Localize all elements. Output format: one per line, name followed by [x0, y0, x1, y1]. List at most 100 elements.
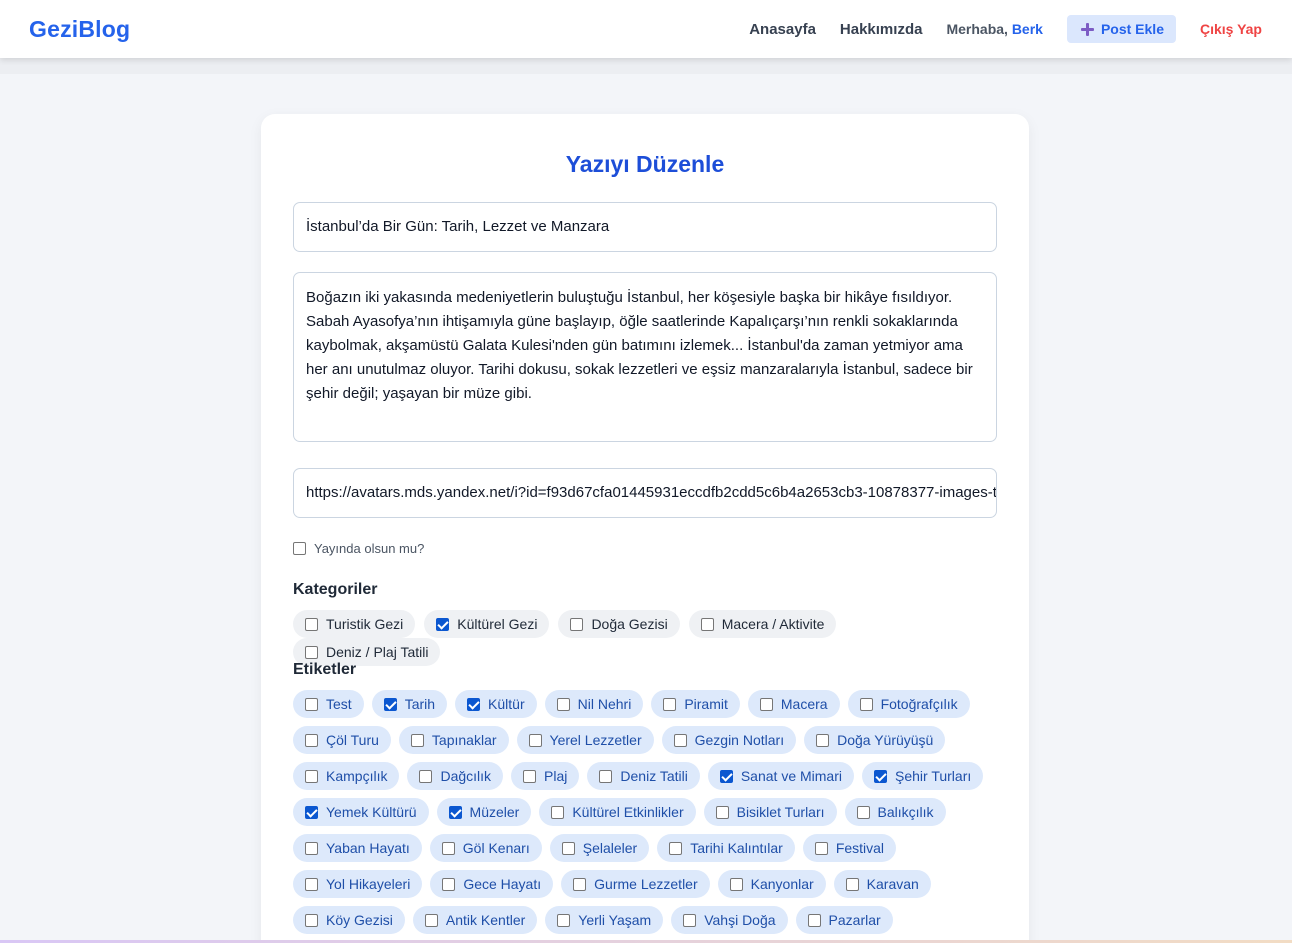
tag-checkbox[interactable]: [448, 805, 462, 819]
tag-checkbox[interactable]: [561, 841, 575, 855]
tag-chip[interactable]: Müzeler: [436, 798, 532, 826]
logout-link[interactable]: Çıkış Yap: [1200, 21, 1262, 37]
add-post-label: Post Ekle: [1100, 21, 1164, 37]
tag-chip[interactable]: Kampçılık: [293, 762, 400, 790]
tag-chip[interactable]: Kanyonlar: [717, 870, 826, 898]
tag-checkbox[interactable]: [807, 913, 821, 927]
tag-checkbox[interactable]: [410, 733, 424, 747]
category-checkbox[interactable]: [570, 617, 584, 631]
tag-chip[interactable]: Festival: [802, 834, 897, 862]
tag-checkbox[interactable]: [419, 769, 433, 783]
tag-label: Göl Kenarı: [462, 840, 530, 856]
tag-chip[interactable]: Tarih: [371, 690, 448, 718]
tag-chip[interactable]: Dağcılık: [407, 762, 504, 790]
tag-checkbox[interactable]: [715, 805, 729, 819]
category-chip[interactable]: Kültürel Gezi: [424, 610, 550, 638]
tag-checkbox[interactable]: [528, 733, 542, 747]
content-textarea[interactable]: Boğazın iki yakasında medeniyetlerin bul…: [293, 272, 997, 442]
tag-chip[interactable]: Kültür: [455, 690, 537, 718]
category-chip[interactable]: Doğa Gezisi: [558, 610, 680, 638]
tag-checkbox[interactable]: [441, 841, 455, 855]
category-chip[interactable]: Macera / Aktivite: [688, 610, 837, 638]
tag-chip[interactable]: Çöl Turu: [293, 726, 391, 754]
tag-chip[interactable]: Köy Gezisi: [293, 906, 405, 934]
add-post-button[interactable]: Post Ekle: [1066, 15, 1176, 43]
tag-chip[interactable]: Gece Hayatı: [430, 870, 554, 898]
tag-checkbox[interactable]: [467, 697, 481, 711]
publish-toggle[interactable]: Yayında olsun mu?: [293, 540, 424, 556]
tag-checkbox[interactable]: [557, 913, 571, 927]
tag-chip[interactable]: Macera: [747, 690, 840, 718]
tag-checkbox[interactable]: [856, 805, 870, 819]
tag-chip[interactable]: Antik Kentler: [412, 906, 538, 934]
tag-chip[interactable]: Gurme Lezzetler: [561, 870, 710, 898]
tag-checkbox[interactable]: [874, 769, 887, 783]
title-input[interactable]: İstanbul’da Bir Gün: Tarih, Lezzet ve Ma…: [293, 202, 997, 252]
tag-checkbox[interactable]: [305, 805, 318, 819]
category-checkbox[interactable]: [436, 617, 450, 631]
tag-chip[interactable]: Kültürel Etkinlikler: [539, 798, 696, 826]
tag-checkbox[interactable]: [305, 841, 318, 855]
nav-link-about[interactable]: Hakkımızda: [840, 21, 923, 38]
tag-checkbox[interactable]: [729, 877, 743, 891]
tag-chip[interactable]: Yaban Hayatı: [293, 834, 422, 862]
tag-chip[interactable]: Deniz Tatili: [587, 762, 700, 790]
tag-chip[interactable]: Karavan: [833, 870, 931, 898]
tag-chip[interactable]: Balıkçılık: [844, 798, 946, 826]
tag-checkbox[interactable]: [424, 913, 438, 927]
tag-checkbox[interactable]: [816, 733, 830, 747]
tag-checkbox[interactable]: [759, 697, 773, 711]
tag-checkbox[interactable]: [305, 733, 318, 747]
tag-checkbox[interactable]: [556, 697, 570, 711]
tag-chip[interactable]: Şelaleler: [549, 834, 650, 862]
tag-chip[interactable]: Nil Nehri: [544, 690, 644, 718]
category-checkbox[interactable]: [305, 617, 318, 631]
tag-checkbox[interactable]: [859, 697, 873, 711]
tag-chip[interactable]: Yerli Yaşam: [545, 906, 664, 934]
tag-chip[interactable]: Pazarlar: [795, 906, 893, 934]
tag-checkbox[interactable]: [814, 841, 828, 855]
nav-link-home[interactable]: Anasayfa: [749, 21, 816, 38]
brand-logo[interactable]: GeziBlog: [29, 16, 130, 43]
tag-label: Sanat ve Mimari: [740, 768, 842, 784]
tag-checkbox[interactable]: [683, 913, 697, 927]
category-checkbox[interactable]: [700, 617, 714, 631]
tag-checkbox[interactable]: [673, 733, 687, 747]
tag-checkbox[interactable]: [383, 697, 397, 711]
tag-chip[interactable]: Piramit: [651, 690, 740, 718]
tag-checkbox[interactable]: [523, 769, 537, 783]
category-checkbox[interactable]: [305, 645, 318, 659]
tag-chip[interactable]: Tapınaklar: [398, 726, 509, 754]
tag-chip[interactable]: Plaj: [511, 762, 580, 790]
tag-checkbox[interactable]: [599, 769, 613, 783]
publish-checkbox[interactable]: [293, 541, 306, 555]
tag-checkbox[interactable]: [663, 697, 677, 711]
tag-checkbox[interactable]: [669, 841, 683, 855]
edit-post-card: Yazıyı Düzenle İstanbul’da Bir Gün: Tari…: [261, 114, 1029, 943]
tag-checkbox[interactable]: [305, 697, 318, 711]
tag-checkbox[interactable]: [305, 877, 318, 891]
tag-checkbox[interactable]: [719, 769, 733, 783]
category-chip[interactable]: Turistik Gezi: [293, 610, 416, 638]
tag-chip[interactable]: Doğa Yürüyüşü: [804, 726, 946, 754]
tag-chip[interactable]: Göl Kenarı: [429, 834, 542, 862]
tag-checkbox[interactable]: [442, 877, 456, 891]
tag-checkbox[interactable]: [551, 805, 565, 819]
tag-chip[interactable]: Yerel Lezzetler: [516, 726, 654, 754]
tag-chip[interactable]: Vahşi Doğa: [671, 906, 788, 934]
tag-checkbox[interactable]: [305, 769, 318, 783]
tag-chip[interactable]: Gezgin Notları: [661, 726, 797, 754]
image-url-input[interactable]: https://avatars.mds.yandex.net/i?id=f93d…: [293, 468, 997, 518]
tag-chip[interactable]: Tarihi Kalıntılar: [657, 834, 795, 862]
tag-chip[interactable]: Test: [293, 690, 364, 718]
tag-checkbox[interactable]: [573, 877, 587, 891]
tag-checkbox[interactable]: [845, 877, 859, 891]
tag-chip[interactable]: Yol Hikayeleri: [293, 870, 423, 898]
username: Berk: [1011, 21, 1043, 37]
tag-chip[interactable]: Sanat ve Mimari: [707, 762, 854, 790]
tag-chip[interactable]: Bisiklet Turları: [703, 798, 837, 826]
tag-chip[interactable]: Fotoğrafçılık: [847, 690, 970, 718]
tag-chip[interactable]: Şehir Turları: [862, 762, 984, 790]
tag-checkbox[interactable]: [305, 913, 318, 927]
tag-chip[interactable]: Yemek Kültürü: [293, 798, 429, 826]
